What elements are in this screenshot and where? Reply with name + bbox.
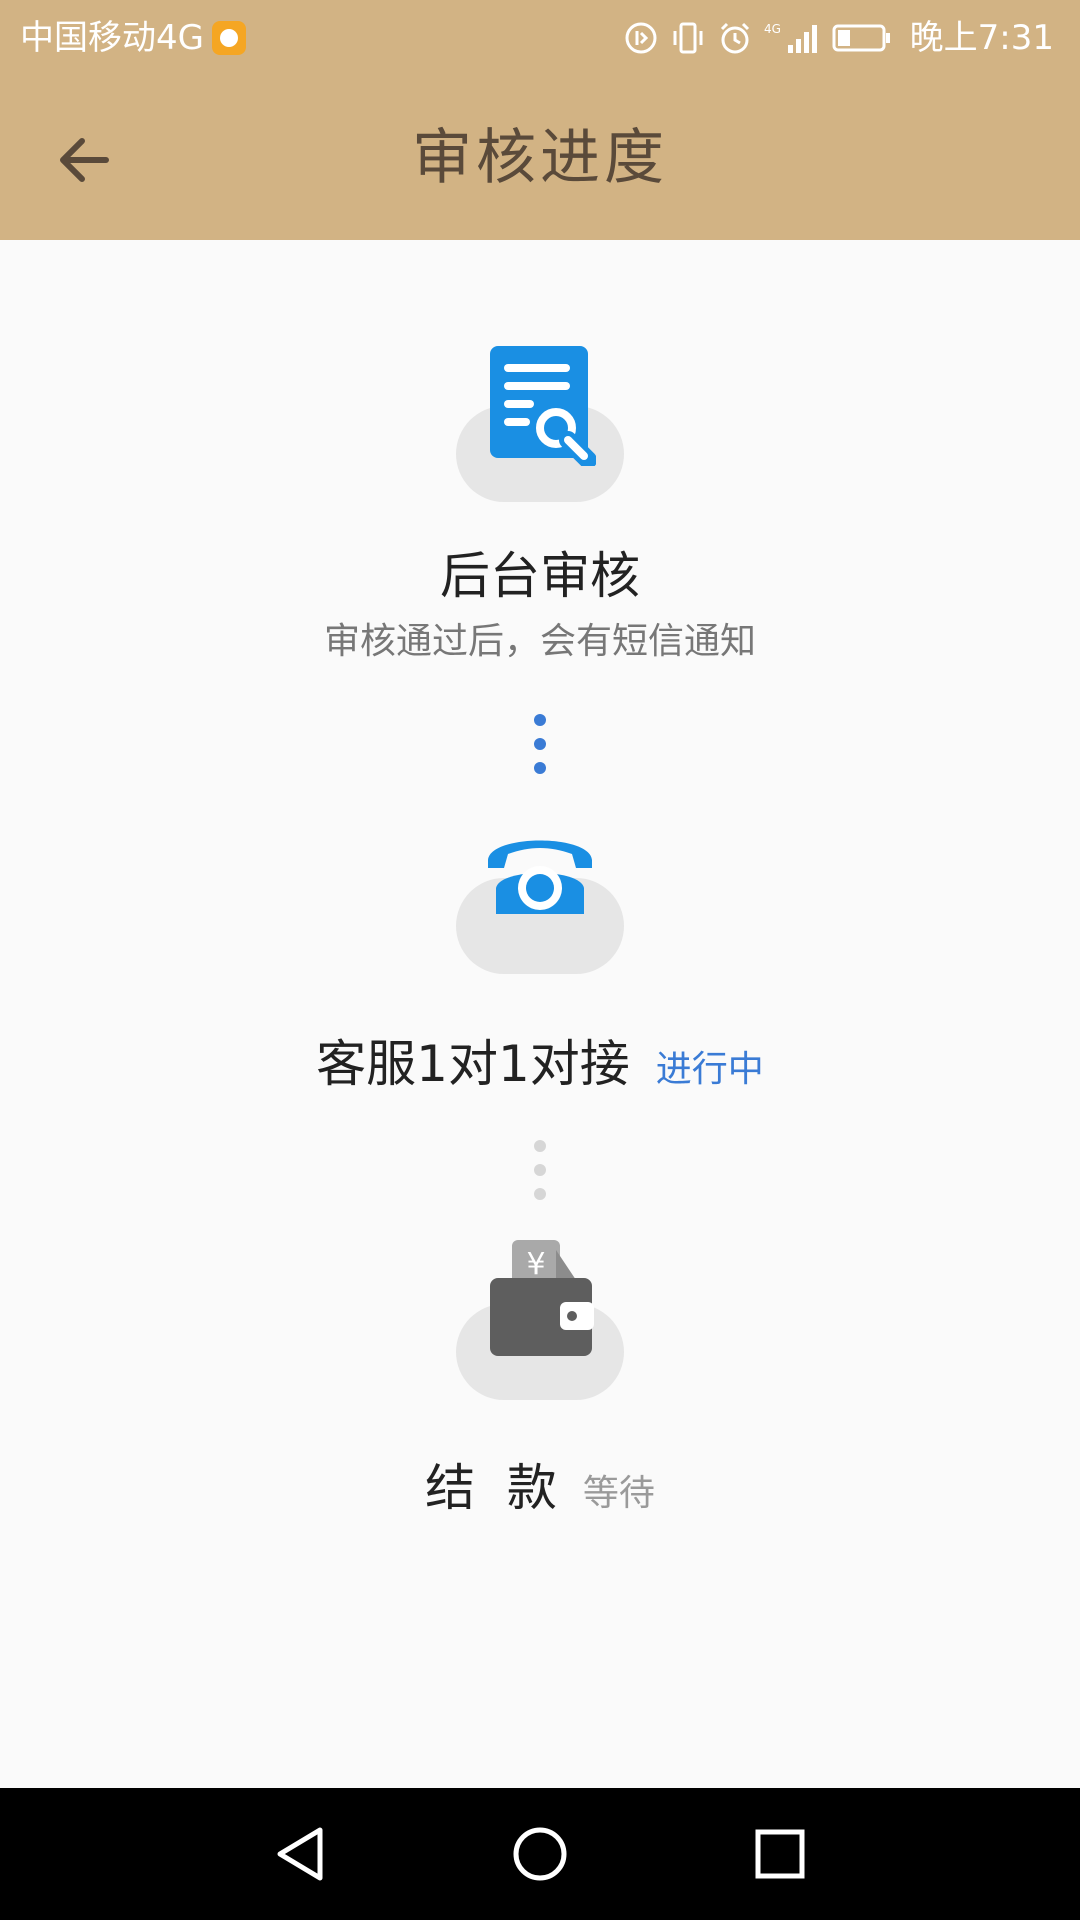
progress-content: 后台审核 审核通过后，会有短信通知 客服1对1对接 进行中 ¥ 结 款 等待	[0, 240, 1080, 1788]
step-1-subtitle: 审核通过后，会有短信通知	[323, 621, 756, 662]
telephone-icon	[488, 840, 592, 914]
circle-home-icon	[513, 1827, 567, 1881]
nav-back-button[interactable]	[264, 1818, 336, 1890]
square-recents-icon	[755, 1829, 805, 1879]
screen: 中国移动4G 4G 晚上7:31 审核进度 后台审核 审核通过后，会有短信通知 …	[0, 0, 1080, 1920]
wallet-icon: ¥	[490, 1240, 594, 1356]
step-2-status: 进行中	[655, 1049, 764, 1090]
svg-text:¥: ¥	[526, 1247, 545, 1282]
battery-icon	[832, 23, 892, 53]
nav-home-button[interactable]	[504, 1818, 576, 1890]
carrier-label: 中国移动4G	[20, 18, 204, 58]
step-3-title: 结 款	[425, 1459, 557, 1517]
connector-dots-active	[534, 714, 546, 786]
status-bar: 中国移动4G 4G 晚上7:31	[0, 0, 1080, 76]
step-1-icon-container	[456, 342, 624, 502]
connector-dots-inactive	[534, 1140, 546, 1212]
page-title: 审核进度	[412, 123, 668, 193]
triangle-back-icon	[277, 1827, 323, 1881]
alarm-icon	[718, 21, 752, 55]
navigation-bar	[0, 1788, 1080, 1920]
app-notification-icon	[211, 21, 246, 55]
step-3-row: 结 款 等待	[0, 1448, 1080, 1520]
nav-recents-button[interactable]	[744, 1818, 816, 1890]
step-2-title: 客服1对1对接	[316, 1035, 630, 1093]
step-3-status: 等待	[582, 1473, 655, 1514]
step-1-title: 后台审核	[440, 547, 640, 605]
step-3-icon-container: ¥	[456, 1240, 624, 1400]
vibrate-icon	[670, 21, 706, 55]
app-bar: 审核进度	[0, 76, 1080, 240]
clock-time: 晚上7:31	[909, 18, 1054, 58]
status-right: 4G 晚上7:31	[624, 16, 1054, 60]
document-search-icon	[490, 346, 596, 466]
network-type-label: 4G	[764, 22, 781, 36]
signal-icon: 4G	[764, 21, 820, 55]
step-2-row: 客服1对1对接 进行中	[0, 1024, 1080, 1096]
status-left: 中国移动4G	[20, 16, 246, 60]
data-saver-icon	[624, 21, 658, 55]
step-2-icon-container	[456, 814, 624, 974]
